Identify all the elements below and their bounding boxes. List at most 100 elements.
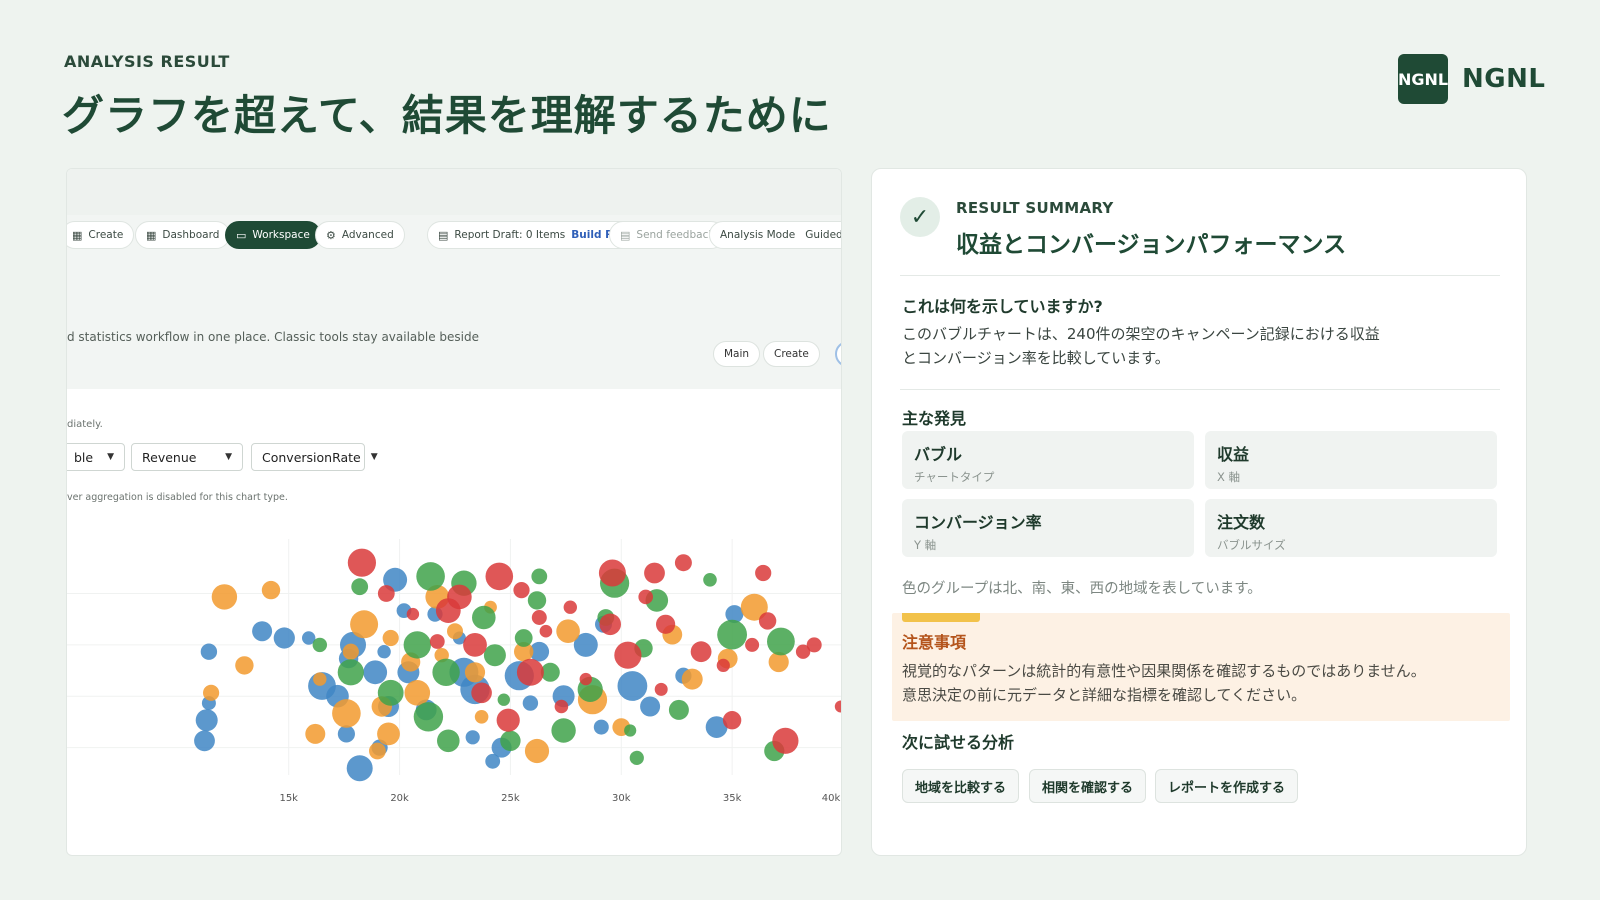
finding-label: Y 軸 bbox=[914, 538, 937, 552]
check-correlation-button[interactable]: 相関を確認する bbox=[1029, 769, 1147, 803]
bubble-point bbox=[617, 671, 648, 701]
bubble-point bbox=[382, 629, 399, 647]
bubble-point bbox=[755, 564, 772, 582]
bubble-point bbox=[539, 624, 553, 638]
main-pill[interactable]: Main bbox=[713, 341, 761, 367]
bubble-point bbox=[527, 591, 547, 610]
bubble-point bbox=[722, 711, 742, 730]
bubble-point bbox=[406, 607, 420, 621]
bubble-point bbox=[629, 750, 644, 765]
caution-box: 注意事項 視覚的なパターンは統計的有意性や因果関係を確認するものではありません。… bbox=[892, 613, 1510, 721]
check-icon: ✓ bbox=[900, 197, 940, 237]
caution-line-2: 意思決定の前に元データと詳細な指標を確認してください。 bbox=[902, 686, 1307, 704]
caution-title: 注意事項 bbox=[902, 633, 967, 652]
bubble-point bbox=[681, 668, 703, 690]
bubble-point bbox=[363, 660, 388, 685]
chart-type-select[interactable]: ble ▼ bbox=[67, 443, 125, 471]
dashboard-icon: ▦ bbox=[146, 228, 157, 242]
analysis-mode-label: Analysis Mode bbox=[720, 229, 796, 241]
create-pill[interactable]: Create bbox=[763, 341, 820, 367]
finding-card: 収益 X 軸 bbox=[1205, 431, 1497, 489]
bubble-point bbox=[638, 589, 653, 605]
bubble-point bbox=[211, 584, 238, 610]
compare-regions-button[interactable]: 地域を比較する bbox=[902, 769, 1020, 803]
bubble-point bbox=[772, 727, 799, 754]
send-feedback-button[interactable]: ▤ Send feedback bbox=[609, 221, 726, 249]
bubble-point bbox=[513, 582, 530, 599]
finding-label: バブルサイズ bbox=[1217, 538, 1286, 552]
advanced-tab[interactable]: ⚙ Advanced bbox=[315, 221, 405, 249]
bubble-point bbox=[404, 680, 431, 706]
bubble-point bbox=[500, 730, 521, 751]
bubble-point bbox=[350, 610, 379, 639]
bubble-point bbox=[654, 682, 668, 696]
chevron-down-icon: ▼ bbox=[225, 452, 232, 462]
dashboard-tab[interactable]: ▦ Dashboard bbox=[135, 221, 231, 249]
chevron-down-icon: ▼ bbox=[107, 452, 114, 462]
x-tick-label: 15k bbox=[279, 793, 298, 804]
bubble-point bbox=[369, 742, 386, 760]
folder-icon: ▭ bbox=[236, 228, 247, 242]
bubble-point bbox=[465, 730, 480, 745]
bubble-point bbox=[496, 708, 520, 732]
y-field-select[interactable]: ConversionRate ▼ bbox=[251, 443, 378, 471]
question-line-1: このバブルチャートは、240件の架空のキャンペーン記録における収益 bbox=[902, 325, 1380, 343]
bubble-point bbox=[305, 723, 326, 744]
bubble-point bbox=[668, 699, 689, 720]
create-tab[interactable]: ▦ Create bbox=[67, 221, 135, 249]
question-line-2: とコンバージョン率を比較しています。 bbox=[902, 349, 1170, 367]
logo: NGNL bbox=[1398, 54, 1448, 104]
bubble-point bbox=[413, 702, 444, 732]
bubble-point bbox=[377, 645, 391, 659]
bubble-point bbox=[195, 709, 218, 732]
finding-card: 注文数 バブルサイズ bbox=[1205, 499, 1497, 557]
eyebrow: ANALYSIS RESULT bbox=[64, 52, 230, 71]
finding-label: チャートタイプ bbox=[914, 470, 995, 484]
intro-text: d statistics workflow in one place. Clas… bbox=[67, 330, 480, 344]
bubble-point bbox=[522, 695, 539, 711]
bubble-point bbox=[497, 693, 510, 706]
create-report-button[interactable]: レポートを作成する bbox=[1155, 769, 1299, 803]
bubble-point bbox=[194, 730, 215, 752]
finding-label: X 軸 bbox=[1217, 470, 1241, 484]
bubble-point bbox=[416, 562, 445, 591]
bubble-point bbox=[377, 585, 395, 602]
summary-eyebrow: RESULT SUMMARY bbox=[956, 199, 1114, 217]
bubble-point bbox=[235, 656, 254, 675]
bubble-point bbox=[514, 629, 533, 647]
dashboard-tab-label: Dashboard bbox=[162, 229, 220, 241]
bubble-point bbox=[644, 562, 665, 584]
bubble-point bbox=[472, 605, 496, 630]
question-title: これは何を示していますか? bbox=[902, 297, 1103, 316]
analysis-mode-toggle[interactable]: Analysis Mode Guided bbox=[709, 221, 841, 249]
bubble-point bbox=[531, 568, 548, 585]
bubble-point bbox=[524, 738, 550, 764]
brand-name: NGNL bbox=[1462, 64, 1546, 94]
bubble-point bbox=[717, 619, 747, 650]
bubble-point bbox=[463, 633, 487, 657]
app-top-strip bbox=[67, 169, 841, 215]
bubble-point bbox=[485, 753, 501, 769]
bubble-point bbox=[377, 722, 400, 746]
result-summary-panel: ✓ RESULT SUMMARY 収益とコンバージョンパフォーマンス これは何を… bbox=[871, 168, 1527, 856]
bubble-point bbox=[806, 637, 822, 653]
chevron-down-icon: ▼ bbox=[370, 452, 378, 462]
bubble-point bbox=[377, 679, 404, 706]
app-toolbar: ▦ Create ▦ Dashboard ▭ Workspace ⚙ Advan… bbox=[67, 221, 841, 251]
bubble-point bbox=[745, 637, 760, 652]
groups-note: 色のグループは北、南、東、西の地域を表しています。 bbox=[902, 581, 1262, 597]
bubble-point bbox=[342, 643, 359, 660]
divider bbox=[900, 275, 1500, 276]
finding-card: コンバージョン率 Y 軸 bbox=[902, 499, 1194, 557]
workspace-tab[interactable]: ▭ Workspace bbox=[225, 221, 321, 249]
bubble-point bbox=[556, 619, 580, 643]
bubble-point bbox=[337, 659, 364, 686]
page-title: グラフを超えて、結果を理解するために bbox=[62, 91, 832, 140]
x-field-select[interactable]: Revenue ▼ bbox=[131, 443, 243, 471]
bubble-point bbox=[203, 684, 220, 701]
caution-line-1: 視覚的なパターンは統計的有意性や因果関係を確認するものではありません。 bbox=[902, 662, 1426, 680]
finding-value: バブル bbox=[914, 445, 963, 464]
create-tab-label: Create bbox=[88, 229, 124, 241]
app-preview: ▦ Create ▦ Dashboard ▭ Workspace ⚙ Advan… bbox=[66, 168, 842, 856]
bubble-point bbox=[554, 699, 569, 714]
